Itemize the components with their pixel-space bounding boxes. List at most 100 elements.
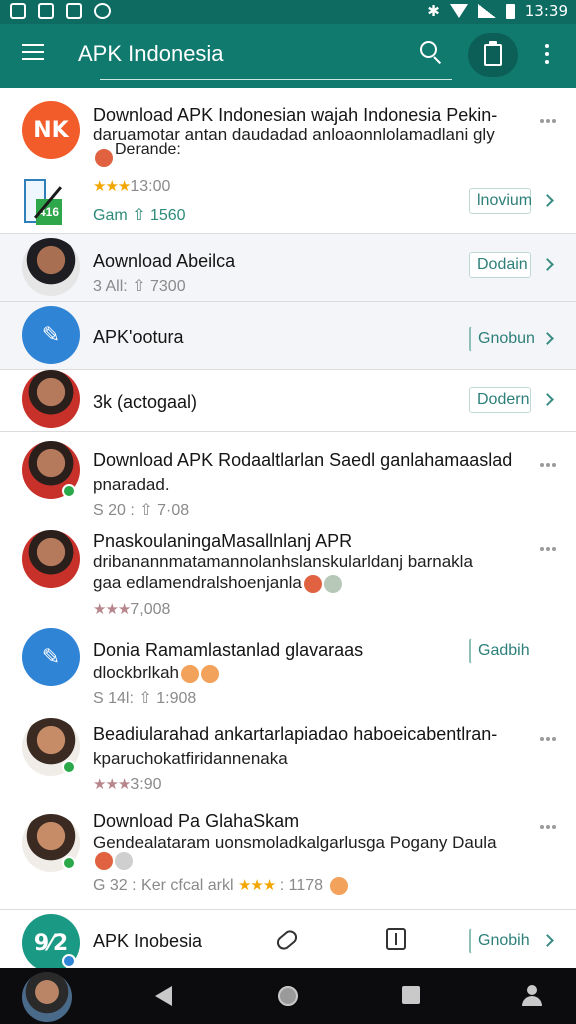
item-description: Gendealataram uonsmoladkalgarlusga Pogan…: [93, 833, 497, 852]
clock: 13:39: [524, 2, 568, 20]
chevron-right-icon[interactable]: [541, 194, 554, 207]
status-badge-icon: [62, 954, 76, 968]
share-icon[interactable]: [386, 928, 406, 950]
edit-notification-icon: [66, 3, 82, 19]
item-description: kparuchokatfiridannenaka: [93, 749, 288, 768]
list-item[interactable]: NK Download APK Indonesian wajah Indones…: [0, 88, 576, 234]
item-title: Beadiularahad ankartarlapiadao haboeicab…: [93, 724, 498, 744]
list-item[interactable]: 9⁄2 APK Inobesia Gnobih: [0, 910, 576, 972]
item-meta: S 20 : ⇧ 7·08: [93, 502, 190, 519]
recent-apps-icon[interactable]: [402, 986, 420, 1004]
profile-avatar[interactable]: [22, 972, 72, 1022]
back-icon[interactable]: [155, 986, 172, 1006]
item-description: dribanannmatamannolanhslanskularldanj ba…: [93, 552, 473, 571]
bluetooth-icon: ✱: [427, 2, 440, 20]
download-button[interactable]: Dodain: [469, 252, 531, 278]
list-item[interactable]: PnaskoulaningaMasallnlanj APR dribanannm…: [0, 528, 576, 624]
app-title: APK Indonesia: [78, 41, 224, 66]
emoji-icon: [95, 852, 113, 870]
list-item[interactable]: Beadiularahad ankartarlapiadao haboeicab…: [0, 712, 576, 804]
app-bar: APK Indonesia: [0, 24, 576, 88]
avatar: [22, 530, 80, 588]
image-notification-icon: [10, 3, 26, 19]
status-bar: ✱ 13:39: [0, 0, 576, 24]
search-underline: [100, 79, 452, 80]
item-title: Download APK Rodaaltlarlan Saedl ganlaha…: [93, 450, 513, 470]
chevron-right-icon[interactable]: [541, 258, 554, 271]
play-store-icon: 416: [22, 175, 64, 231]
item-meta: 3 All: ⇧ 7300: [93, 278, 186, 295]
home-icon[interactable]: [278, 986, 298, 1006]
emoji-icon: [115, 852, 133, 870]
item-meta: G 32 : Ker cfcal arkl ★★★ : 1178: [93, 876, 348, 895]
clipboard-button[interactable]: [468, 33, 518, 77]
item-description-2: gaa edlamendralshoenjanla: [93, 572, 342, 593]
open-button[interactable]: Gnobih: [469, 928, 531, 954]
more-options-icon[interactable]: [540, 816, 558, 829]
record-notification-icon: [94, 3, 111, 19]
item-title: APK'ootura: [93, 327, 184, 347]
link-icon[interactable]: [274, 927, 300, 953]
item-category: Gam ⇧ 1560: [93, 207, 186, 224]
avatar: [22, 370, 80, 428]
list-item[interactable]: ✎ APK'ootura Gnobun: [0, 302, 576, 370]
menu-icon[interactable]: [22, 44, 44, 62]
edit-icon: ✎: [41, 644, 61, 670]
accounts-icon[interactable]: [520, 985, 544, 1007]
list-item[interactable]: Download Pa GlahaSkam Gendealataram uons…: [0, 804, 576, 910]
emoji-icon: [181, 664, 199, 683]
chevron-right-icon[interactable]: [541, 393, 554, 406]
item-rating: ★★★3:90: [93, 775, 162, 793]
open-button[interactable]: Gadbih: [469, 638, 531, 664]
verified-badge-icon: [62, 856, 76, 870]
emoji-icon: [201, 664, 219, 683]
more-options-icon[interactable]: [540, 538, 558, 551]
list-item[interactable]: ✎ Donia Ramamlastanlad glavaraas dlockbr…: [0, 624, 576, 712]
item-title: PnaskoulaningaMasallnlanj APR: [93, 531, 353, 551]
app-icon: ✎: [22, 306, 80, 364]
battery-icon: [505, 3, 515, 19]
list-item[interactable]: Aownload Abeilca 3 All: ⇧ 7300 Dodain: [0, 234, 576, 302]
avatar: [22, 238, 80, 296]
item-description-2: Derande:: [115, 141, 181, 158]
star-rating-icon: ★★★: [93, 600, 131, 618]
item-title: Donia Ramamlastanlad glavaraas: [93, 640, 364, 660]
star-rating-icon: ★★★: [237, 876, 276, 894]
verified-badge-icon: [62, 760, 76, 774]
navigation-bar: [0, 968, 576, 1024]
emoji-icon: [95, 149, 113, 167]
more-options-icon[interactable]: [545, 44, 551, 66]
chevron-right-icon[interactable]: [541, 332, 554, 345]
emoji-icon: [323, 574, 342, 593]
item-rating: ★★★13:00: [93, 177, 171, 195]
star-rating-icon: ★★★: [93, 775, 131, 793]
signal-icon: [477, 4, 496, 18]
install-button[interactable]: lnovium: [469, 188, 532, 214]
star-rating-icon: ★★★: [93, 177, 131, 195]
emoji-row: [93, 852, 133, 870]
more-options-icon[interactable]: [540, 454, 558, 467]
download-count-icon: ⇧: [139, 502, 153, 519]
list-item[interactable]: Download APK Rodaaltlarlan Saedl ganlaha…: [0, 432, 576, 528]
emoji-icon: [303, 574, 322, 593]
notification-icons: [10, 3, 111, 19]
list-item[interactable]: 3k (actogaal) Dodern: [0, 370, 576, 432]
download-button[interactable]: Dodern: [469, 387, 531, 413]
system-icons: ✱ 13:39: [427, 2, 568, 20]
more-options-icon[interactable]: [540, 728, 558, 741]
item-rating: ★★★7,008: [93, 600, 171, 618]
item-description: pnaradad.: [93, 475, 170, 494]
item-title: APK Inobesia: [93, 931, 203, 951]
search-icon[interactable]: [420, 41, 444, 65]
verified-badge-icon: [62, 484, 76, 498]
emoji-icon: [329, 876, 348, 895]
more-options-icon[interactable]: [540, 110, 558, 123]
app-icon: ✎: [22, 628, 80, 686]
open-button[interactable]: Gnobun: [469, 326, 535, 352]
chevron-right-icon[interactable]: [541, 934, 554, 947]
download-count-icon: ⇧: [132, 278, 146, 295]
edit-icon: ✎: [41, 322, 61, 348]
item-meta: S 14l: ⇧ 1:908: [93, 690, 197, 707]
item-title: Aownload Abeilca: [93, 251, 236, 271]
item-title: Download Pa GlahaSkam: [93, 811, 300, 831]
